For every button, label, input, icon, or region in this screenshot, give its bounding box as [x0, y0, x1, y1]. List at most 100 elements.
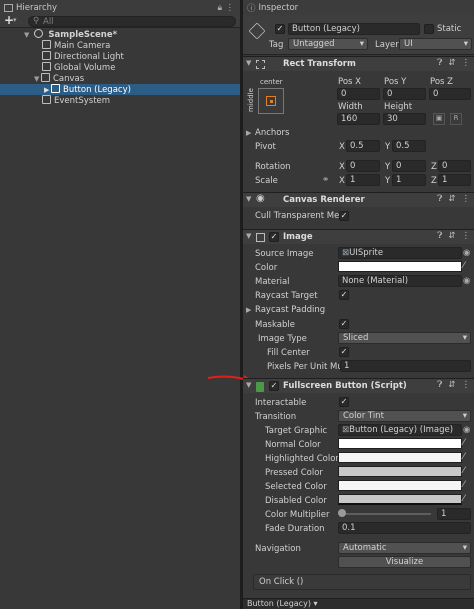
fold-arrow-icon[interactable]: ▼ [246, 59, 251, 67]
preset-icon[interactable]: ⇵ [448, 194, 455, 204]
rotation-z-label: Z [431, 162, 437, 172]
disabled-color-swatch[interactable] [338, 494, 462, 505]
help-icon[interactable]: ❓︎ [437, 380, 442, 390]
tree-item-main-camera[interactable]: Main Camera [0, 40, 240, 51]
active-checkbox[interactable]: ✓ [275, 24, 285, 34]
pivot-x-field[interactable]: 0.5 [346, 140, 380, 152]
rotation-z-field[interactable]: 0 [438, 160, 471, 172]
image-enabled-checkbox[interactable]: ✓ [269, 232, 279, 242]
color-multiplier-field[interactable]: 1 [437, 508, 471, 520]
fade-duration-field[interactable]: 0.1 [338, 522, 471, 534]
inspector-tab[interactable]: ⓘ Inspector [243, 0, 474, 15]
object-picker-icon[interactable]: ◉ [463, 425, 470, 435]
pos-z-field[interactable]: 0 [429, 88, 471, 100]
pos-y-field[interactable]: 0 [383, 88, 426, 100]
scale-x-field[interactable]: 1 [346, 174, 380, 186]
pivot-y-field[interactable]: 0.5 [392, 140, 426, 152]
object-picker-icon[interactable]: ◉ [463, 276, 470, 286]
link-icon[interactable]: ⚭ [322, 175, 329, 185]
eyedropper-icon[interactable]: ⁄ [463, 466, 465, 476]
object-picker-icon[interactable]: ◉ [463, 248, 470, 258]
source-image-value: UISprite [349, 248, 384, 258]
help-icon[interactable]: ❓︎ [437, 58, 442, 68]
layer-dropdown[interactable]: UI [399, 38, 472, 50]
highlighted-color-swatch[interactable] [338, 452, 462, 463]
anchor-presets-button[interactable] [258, 88, 284, 114]
raycast-target-checkbox[interactable]: ✓ [339, 290, 349, 300]
tree-item-scene[interactable]: ▼ SampleScene* [0, 29, 240, 40]
eyedropper-icon[interactable]: ⁄ [463, 480, 465, 490]
help-icon[interactable]: ❓︎ [437, 194, 442, 204]
preset-icon[interactable]: ⇵ [448, 231, 455, 241]
context-menu-icon[interactable]: ⋮ [462, 231, 471, 241]
hierarchy-tab[interactable]: Hierarchy 🔒︎ ⋮ [0, 0, 240, 15]
preset-icon[interactable]: ⇵ [448, 58, 455, 68]
source-image-field[interactable]: ⊠UISprite [338, 247, 462, 259]
raycast-padding-fold-icon[interactable]: ▶ [246, 306, 251, 314]
slider-thumb[interactable] [338, 509, 346, 517]
image-header[interactable]: ▼ ✓ Image ❓︎ ⇵ ⋮ [243, 229, 474, 244]
interactable-checkbox[interactable]: ✓ [339, 397, 349, 407]
tree-item-global-volume[interactable]: Global Volume [0, 62, 240, 73]
cull-transparent-checkbox[interactable]: ✓ [339, 211, 349, 221]
color-multiplier-slider[interactable] [338, 509, 431, 517]
search-input[interactable]: ⚲ All [28, 16, 236, 27]
anchor-h-label: center [260, 78, 283, 86]
fill-center-checkbox[interactable]: ✓ [339, 347, 349, 357]
rotation-x-field[interactable]: 0 [346, 160, 380, 172]
tree-item-button-legacy[interactable]: ▶ Button (Legacy) [0, 84, 240, 95]
navigation-dropdown[interactable]: Automatic [338, 542, 471, 554]
canvas-renderer-header[interactable]: ▼ ◉ Canvas Renderer ❓︎ ⇵ ⋮ [243, 192, 474, 207]
script-enabled-checkbox[interactable]: ✓ [269, 381, 279, 391]
ppu-field[interactable]: 1 [340, 360, 471, 372]
context-menu-icon[interactable]: ⋮ [462, 58, 471, 68]
image-type-dropdown[interactable]: Sliced [338, 332, 471, 344]
width-field[interactable]: 160 [337, 113, 380, 125]
tree-item-eventsystem[interactable]: EventSystem [0, 95, 240, 106]
onclick-label: On Click () [259, 577, 304, 587]
more-icon[interactable]: ⋮ [226, 3, 235, 13]
target-graphic-field[interactable]: ⊠Button (Legacy) (Image) [338, 424, 462, 436]
anchors-label[interactable]: Anchors [255, 128, 289, 138]
height-field[interactable]: 30 [383, 113, 426, 125]
panel-divider[interactable] [240, 0, 243, 609]
rotation-y-field[interactable]: 0 [392, 160, 426, 172]
tree-item-directional-light[interactable]: Directional Light [0, 51, 240, 62]
context-menu-icon[interactable]: ⋮ [462, 380, 471, 390]
material-field[interactable]: None (Material) [338, 275, 462, 287]
rect-transform-header[interactable]: ▼ Rect Transform ❓︎ ⇵ ⋮ [243, 56, 474, 71]
fold-arrow-icon[interactable]: ▼ [246, 381, 251, 389]
footer-object-dropdown[interactable]: Button (Legacy) ▾ [247, 599, 318, 608]
lock-icon[interactable]: 🔒︎ [217, 3, 222, 13]
blueprint-mode-button[interactable]: ▣ [433, 113, 445, 125]
pos-x-field[interactable]: 0 [337, 88, 380, 100]
maskable-checkbox[interactable]: ✓ [339, 319, 349, 329]
tree-item-canvas[interactable]: ▼ Canvas [0, 73, 240, 84]
context-menu-icon[interactable]: ⋮ [462, 194, 471, 204]
raycast-padding-label[interactable]: Raycast Padding [255, 305, 325, 315]
scale-z-field[interactable]: 1 [438, 174, 471, 186]
add-dropdown-icon[interactable]: ▾ [13, 16, 17, 24]
tag-dropdown[interactable]: Untagged [288, 38, 368, 50]
selected-color-swatch[interactable] [338, 480, 462, 491]
scale-y-field[interactable]: 1 [392, 174, 426, 186]
fullscreen-button-header[interactable]: ▼ ✓ Fullscreen Button (Script) ❓︎ ⇵ ⋮ [243, 378, 474, 393]
help-icon[interactable]: ❓︎ [437, 231, 442, 241]
fold-arrow-icon[interactable]: ▼ [246, 232, 251, 240]
eyedropper-icon[interactable]: ⁄ [463, 494, 465, 504]
transition-dropdown[interactable]: Color Tint [338, 410, 471, 422]
static-checkbox[interactable] [424, 24, 434, 34]
eyedropper-icon[interactable]: ⁄ [463, 438, 465, 448]
fold-arrow-icon[interactable]: ▼ [246, 195, 251, 203]
eyedropper-icon[interactable]: ⁄ [463, 452, 465, 462]
object-name-field[interactable]: Button (Legacy) [288, 23, 420, 35]
anchors-fold-arrow-icon[interactable]: ▶ [246, 129, 251, 137]
visualize-button[interactable]: Visualize [338, 556, 471, 568]
pressed-color-swatch[interactable] [338, 466, 462, 477]
eyedropper-icon[interactable]: ⁄ [463, 261, 465, 271]
gameobject-large-icon[interactable] [248, 22, 266, 40]
raw-edit-button[interactable]: R [450, 113, 462, 125]
preset-icon[interactable]: ⇵ [448, 380, 455, 390]
normal-color-swatch[interactable] [338, 438, 462, 449]
color-swatch[interactable] [338, 261, 462, 272]
